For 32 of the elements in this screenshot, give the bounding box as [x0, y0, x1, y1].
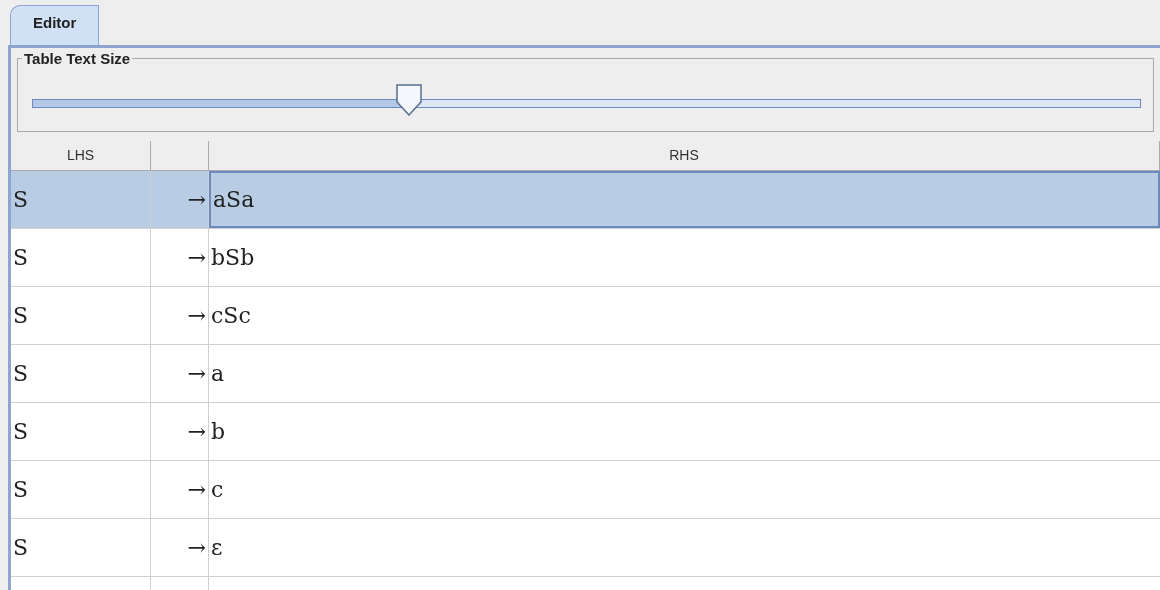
table-cell-text: b [210, 418, 227, 446]
table-cell: → [151, 345, 209, 402]
table-cell-text: ε [210, 534, 224, 562]
editor-tab[interactable]: Editor [10, 5, 100, 45]
table-row[interactable]: S → c [11, 461, 1160, 519]
table-cell: S [11, 171, 151, 228]
table-row[interactable]: S → cSc [11, 287, 1160, 345]
table-cell-text: bSb [210, 244, 256, 272]
table-cell: S [11, 287, 151, 344]
table-cell: → [151, 229, 209, 286]
slider-thumb[interactable] [395, 84, 424, 116]
table-row[interactable]: S → aSa [11, 171, 1160, 229]
table-cell: → [151, 403, 209, 460]
table-cell: → [151, 519, 209, 576]
table-cell: S [11, 229, 151, 286]
table-cell-text: a [210, 360, 226, 388]
table-cell: → [151, 171, 209, 228]
table-row[interactable]: S → b [11, 403, 1160, 461]
table-cell: → [151, 287, 209, 344]
table-cell: S [11, 345, 151, 402]
table-cell: aSa [209, 171, 1160, 228]
table-cell-text: c [210, 476, 225, 504]
table-row[interactable]: S → ε [11, 519, 1160, 577]
column-header[interactable]: RHS [209, 141, 1160, 171]
table-row[interactable]: S → bSb [11, 229, 1160, 287]
slider[interactable] [32, 84, 1141, 116]
table-row[interactable]: S → a [11, 345, 1160, 403]
table-cell-text: cSc [210, 302, 252, 330]
table-cell: S [11, 403, 151, 460]
table-cell: → [151, 461, 209, 518]
table-cell: S [11, 519, 151, 576]
table-cell: S [11, 461, 151, 518]
